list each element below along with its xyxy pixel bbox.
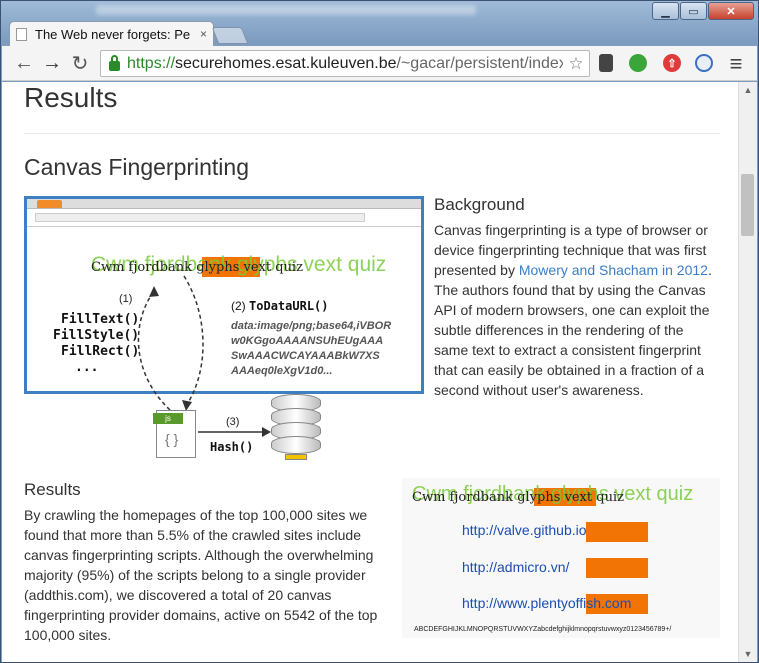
- canvas-link-2: http://admicro.vn/: [462, 559, 569, 575]
- canvas-link-text: http://valve.github.io: [462, 522, 587, 538]
- scroll-down-icon[interactable]: ▼: [739, 646, 757, 662]
- browser-window: The Web never forgets: Pe × ▁ ▭ ✕ ← → ↻ …: [0, 0, 759, 663]
- results-heading: Results: [24, 480, 81, 499]
- canvas-link-text: http://admicro.vn/: [462, 559, 570, 575]
- canvas-link-1: http://valve.github.io: [462, 522, 587, 538]
- page-viewport: Results Canvas Fingerprinting Cwm fjordb…: [2, 82, 738, 662]
- db-disk: [271, 436, 321, 454]
- arrow-3-head: [262, 427, 271, 437]
- arrow-2: [183, 275, 204, 407]
- scroll-up-icon[interactable]: ▲: [739, 82, 757, 98]
- window-title-blurred: [96, 5, 476, 15]
- canvas-text-serif: Cwm fjordbank glyphs vext quiz: [412, 490, 624, 505]
- canvas-link-text: http://www.plentyoffish.com: [462, 595, 632, 611]
- forward-button[interactable]: →: [38, 49, 66, 77]
- link-orange-rect: [586, 522, 648, 542]
- pen-extension-icon[interactable]: [599, 54, 613, 72]
- title-divider: [24, 133, 720, 134]
- vertical-scrollbar[interactable]: ▲ ▼: [738, 82, 757, 662]
- bookmark-star-icon[interactable]: ☆: [563, 54, 589, 74]
- db-base: [285, 454, 307, 460]
- privacy-extension-icon[interactable]: [695, 54, 713, 72]
- background-heading: Background: [434, 195, 525, 214]
- result-canvas-image: Cwm fjordbank glyphs vext quiz Cwm fjord…: [402, 478, 720, 638]
- background-text-2: . The authors found that by using the Ca…: [434, 262, 712, 398]
- canvas-link-3: http://www.plentyoffish.com: [462, 595, 631, 611]
- js-braces: { }: [165, 431, 179, 447]
- canvas-fingerprinting-diagram: Cwm fjordbank glyphs vext quiz Cwm fjord…: [24, 196, 424, 466]
- minimize-button[interactable]: ▁: [652, 2, 679, 20]
- results-text: By crawling the homepages of the top 100…: [24, 507, 378, 643]
- browser-toolbar: ← → ↻ https://securehomes.esat.kuleuven.…: [2, 46, 757, 81]
- hash-label: Hash(): [210, 440, 254, 454]
- diagram-arrows: [137, 275, 271, 437]
- address-bar[interactable]: https://securehomes.esat.kuleuven.be/~ga…: [100, 50, 590, 77]
- back-button[interactable]: ←: [10, 49, 38, 77]
- close-window-button[interactable]: ✕: [708, 2, 754, 20]
- background-text: Canvas fingerprinting is a type of brows…: [434, 220, 716, 400]
- url-scheme: https://: [127, 54, 176, 72]
- active-tab[interactable]: The Web never forgets: Pe ×: [9, 21, 214, 46]
- step-3-label: (3): [226, 416, 240, 428]
- evernote-extension-icon[interactable]: [629, 54, 647, 72]
- url-host: securehomes.esat.kuleuven.be: [175, 54, 397, 72]
- reload-button[interactable]: ↻: [66, 49, 94, 77]
- scroll-thumb[interactable]: [741, 174, 754, 236]
- window-controls: ▁ ▭ ✕: [652, 2, 754, 20]
- page-title: Results: [24, 82, 118, 113]
- maximize-button[interactable]: ▭: [680, 2, 707, 20]
- mowery-shacham-link[interactable]: Mowery and Shacham in 2012: [519, 262, 708, 278]
- js-file-icon: js { }: [153, 410, 196, 458]
- page-icon: [16, 27, 27, 41]
- url-path: /~gacar/persistent/index.: [396, 54, 564, 72]
- new-tab-button[interactable]: [211, 27, 249, 44]
- tab-title: The Web never forgets: Pe: [35, 26, 191, 42]
- js-tag: js: [153, 413, 183, 424]
- arrow-1: [137, 290, 171, 411]
- upload-extension-icon[interactable]: ⇧: [663, 54, 681, 72]
- arrow-1-head: [149, 286, 159, 297]
- menu-icon[interactable]: ≡: [722, 50, 750, 78]
- alphabet-string: ABCDEFGHIJKLMNOPQRSTUVWXYZabcdefghijklmn…: [414, 626, 672, 633]
- database-icon: [271, 394, 321, 460]
- url-text[interactable]: https://securehomes.esat.kuleuven.be/~ga…: [127, 55, 563, 73]
- lock-icon: [109, 54, 120, 71]
- tab-close-icon[interactable]: ×: [200, 27, 207, 41]
- link-orange-rect: [586, 558, 648, 578]
- section-title: Canvas Fingerprinting: [24, 154, 250, 180]
- tab-strip: The Web never forgets: Pe × ▁ ▭ ✕: [1, 1, 758, 46]
